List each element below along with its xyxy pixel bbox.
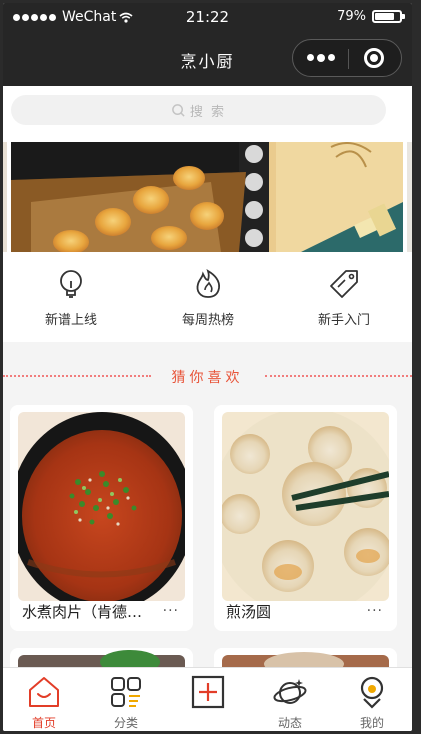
profile-icon xyxy=(360,676,384,709)
banner-next-peek xyxy=(407,142,412,252)
quick-nav-label: 新手入门 xyxy=(317,313,370,328)
recipe-card[interactable]: 水煮肉片（肯德基版） ··· xyxy=(10,405,193,631)
bulb-icon xyxy=(60,270,82,298)
add-icon xyxy=(191,675,225,709)
tab-profile[interactable]: 我的 xyxy=(331,668,412,731)
search-placeholder: 搜 索 xyxy=(189,104,227,120)
section-header: 猜你喜欢 xyxy=(3,365,412,386)
battery-percent: 79% xyxy=(337,9,366,24)
more-options-icon[interactable] xyxy=(307,53,335,62)
search-icon xyxy=(172,103,185,117)
phone-screen: WeChat 21:22 79% 烹小厨 搜 索 新谱上线 每周热榜 新手入门 … xyxy=(3,3,412,731)
recipe-image[interactable] xyxy=(222,412,389,601)
recipe-name: 煎汤圆 xyxy=(226,603,272,621)
banner-image[interactable] xyxy=(11,142,403,252)
search-bar[interactable]: 搜 索 xyxy=(11,95,386,125)
tab-label: 首页 xyxy=(31,716,56,730)
recipe-card[interactable]: 煎汤圆 ··· xyxy=(214,405,397,631)
fried-tangyuan-photo xyxy=(222,412,389,601)
status-bar: WeChat 21:22 79% xyxy=(3,3,412,31)
nav-bar: 烹小厨 xyxy=(3,31,412,86)
tag-icon xyxy=(330,270,358,298)
battery-icon xyxy=(372,10,405,23)
tab-home[interactable]: 首页 xyxy=(3,668,85,731)
recipe-more-icon[interactable]: ··· xyxy=(163,603,179,619)
battery-indicator: 79% xyxy=(337,9,405,24)
tab-activity[interactable]: 动态 xyxy=(249,668,331,731)
tab-label: 分类 xyxy=(113,716,138,730)
planet-icon xyxy=(273,679,307,704)
quick-nav-weekly-hot[interactable]: 每周热榜 xyxy=(153,268,263,328)
tab-category[interactable]: 分类 xyxy=(85,668,167,731)
tab-label: 动态 xyxy=(277,716,302,730)
recipe-image[interactable] xyxy=(18,412,185,601)
category-icon xyxy=(111,677,141,707)
quick-nav-new-recipes[interactable]: 新谱上线 xyxy=(16,268,126,328)
recipe-name: 水煮肉片（肯德基版） xyxy=(22,603,152,621)
quick-nav-label: 新谱上线 xyxy=(44,313,97,328)
tab-label: 我的 xyxy=(359,716,384,730)
banner-prev-peek xyxy=(3,142,7,252)
divider-right xyxy=(265,375,412,377)
search-section: 搜 索 xyxy=(3,86,412,134)
boiled-pork-photo xyxy=(18,412,185,601)
tab-add[interactable] xyxy=(167,668,249,731)
miniprogram-capsule xyxy=(292,39,402,77)
recipe-more-icon[interactable]: ··· xyxy=(367,603,383,619)
quick-nav-beginner[interactable]: 新手入门 xyxy=(289,268,399,328)
close-miniprogram-icon[interactable] xyxy=(364,48,384,68)
tab-bar: 首页 分类 动态 我的 xyxy=(3,667,412,731)
section-title: 猜你喜欢 xyxy=(171,370,244,386)
banner-carousel[interactable] xyxy=(3,134,412,254)
quick-nav-label: 每周热榜 xyxy=(181,313,234,328)
egg-tart-oven-photo xyxy=(11,142,403,252)
capsule-divider xyxy=(348,49,349,69)
home-icon xyxy=(29,677,59,707)
flame-icon xyxy=(196,269,221,298)
quick-nav: 新谱上线 每周热榜 新手入门 xyxy=(3,254,412,342)
